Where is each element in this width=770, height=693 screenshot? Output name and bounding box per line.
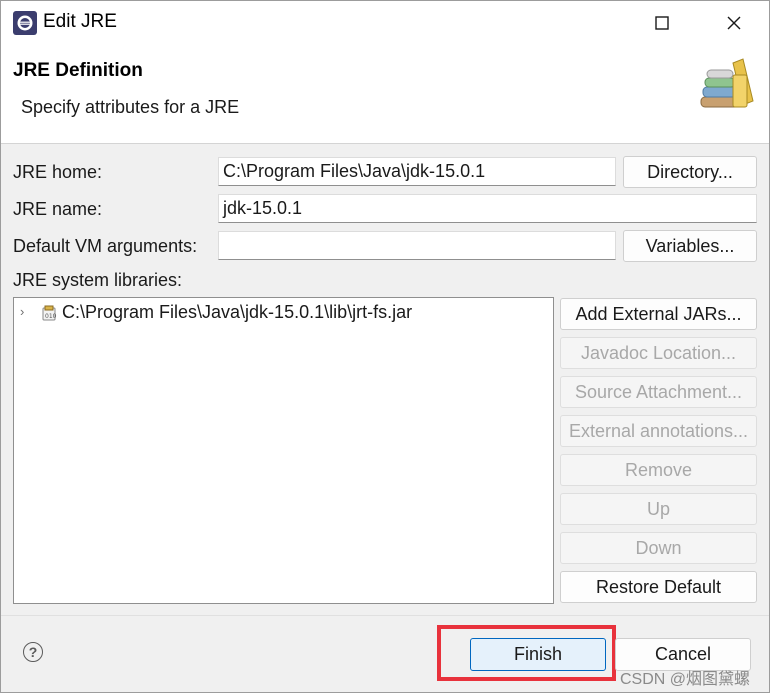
page-title: JRE Definition: [13, 60, 143, 81]
header-banner: JRE Definition Specify attributes for a …: [1, 45, 769, 144]
directory-button[interactable]: Directory...: [623, 156, 757, 188]
watermark: CSDN @烟图黛螺: [620, 671, 751, 688]
finish-highlight-box: [437, 625, 616, 681]
eclipse-app-icon: [13, 11, 37, 35]
help-icon[interactable]: ?: [23, 642, 43, 662]
window-title: Edit JRE: [43, 11, 117, 32]
minimize-icon: [584, 22, 596, 24]
page-description: Specify attributes for a JRE: [21, 97, 240, 117]
library-path: C:\Program Files\Java\jdk-15.0.1\lib\jrt…: [62, 302, 413, 322]
jre-libraries-tree[interactable]: › 010 C:\Program Files\Java\jdk-15.0.1\l…: [13, 297, 554, 604]
jre-home-label: JRE home:: [13, 162, 103, 182]
up-button[interactable]: Up: [560, 493, 757, 525]
jre-home-input[interactable]: C:\Program Files\Java\jdk-15.0.1: [218, 157, 616, 186]
minimize-button[interactable]: [567, 1, 613, 45]
maximize-button[interactable]: [639, 1, 685, 45]
down-button[interactable]: Down: [560, 532, 757, 564]
source-attachment-button[interactable]: Source Attachment...: [560, 376, 757, 408]
chevron-right-icon[interactable]: ›: [20, 304, 24, 319]
edit-jre-dialog: Edit JRE JRE Definition Specify attribut…: [0, 0, 770, 693]
external-annotations-button[interactable]: External annotations...: [560, 415, 757, 447]
restore-default-button[interactable]: Restore Default: [560, 571, 757, 603]
vm-args-input[interactable]: [218, 231, 616, 260]
jre-name-label: JRE name:: [13, 199, 103, 219]
add-external-jars-button[interactable]: Add External JARs...: [560, 298, 757, 330]
title-bar: Edit JRE: [1, 1, 769, 45]
remove-button[interactable]: Remove: [560, 454, 757, 486]
footer-divider: [1, 615, 769, 616]
vm-args-label: Default VM arguments:: [13, 236, 198, 256]
javadoc-location-button[interactable]: Javadoc Location...: [560, 337, 757, 369]
close-button[interactable]: [711, 1, 757, 45]
libraries-books-icon: [700, 58, 754, 108]
variables-button[interactable]: Variables...: [623, 230, 757, 262]
maximize-icon: [655, 16, 669, 30]
close-icon: [727, 16, 741, 30]
jre-libraries-label: JRE system libraries:: [13, 270, 183, 290]
svg-text:010: 010: [45, 313, 57, 320]
library-tree-item[interactable]: › 010 C:\Program Files\Java\jdk-15.0.1\l…: [14, 300, 553, 326]
jar-icon: 010: [42, 305, 57, 321]
jre-name-input[interactable]: jdk-15.0.1: [218, 194, 757, 223]
